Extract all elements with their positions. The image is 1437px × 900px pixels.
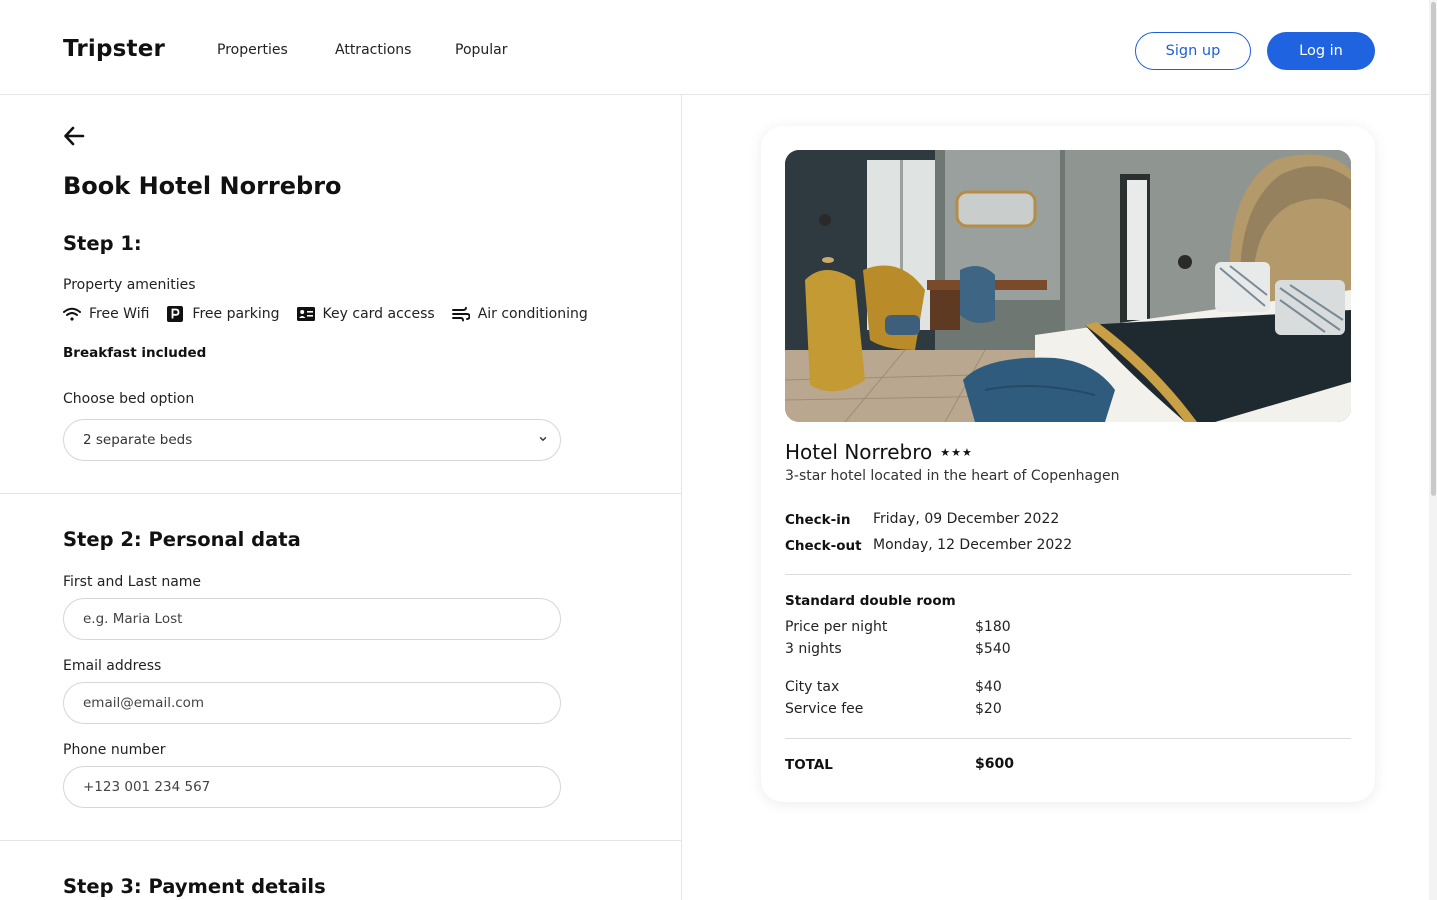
logo[interactable]: Tripster <box>63 36 165 62</box>
step2-heading: Step 2: Personal data <box>63 528 301 551</box>
nav-popular[interactable]: Popular <box>455 42 508 58</box>
amenity-key-card: Key card access <box>296 305 435 323</box>
top-header: Tripster Properties Attractions Popular … <box>0 0 1437 95</box>
amenity-label: Key card access <box>322 306 435 322</box>
room-type: Standard double room <box>785 593 956 609</box>
hotel-description: 3-star hotel located in the heart of Cop… <box>785 468 1120 484</box>
hotel-name: Hotel Norrebro ★★★ <box>785 440 973 464</box>
price-line-label: 3 nights <box>785 641 842 657</box>
email-label: Email address <box>63 658 162 674</box>
phone-label: Phone number <box>63 742 166 758</box>
amenities-list: Free Wifi Free parking Key card access A… <box>63 305 605 323</box>
nav-properties[interactable]: Properties <box>217 42 288 58</box>
checkin-value: Friday, 09 December 2022 <box>873 511 1060 527</box>
section-divider <box>0 840 681 841</box>
scrollbar-thumb[interactable] <box>1431 2 1436 496</box>
star-rating: ★★★ <box>940 445 973 459</box>
amenity-label: Air conditioning <box>477 306 588 322</box>
price-line-label: Price per night <box>785 619 888 635</box>
section-divider <box>0 493 681 494</box>
wifi-icon <box>63 305 81 323</box>
chevron-down-icon <box>539 437 547 441</box>
amenity-parking: Free parking <box>166 305 280 323</box>
back-arrow-icon[interactable] <box>63 125 85 147</box>
bed-option-value: 2 separate beds <box>83 432 193 448</box>
email-input[interactable] <box>63 682 561 724</box>
amenity-wifi: Free Wifi <box>63 305 149 323</box>
parking-icon <box>166 305 184 323</box>
summary-divider <box>785 574 1351 575</box>
page-title: Book Hotel Norrebro <box>63 172 342 200</box>
checkout-value: Monday, 12 December 2022 <box>873 537 1073 553</box>
price-line-value: $540 <box>975 641 1011 657</box>
checkout-label: Check-out <box>785 538 862 554</box>
phone-input[interactable] <box>63 766 561 808</box>
breakfast-note: Breakfast included <box>63 345 207 361</box>
amenity-label: Free Wifi <box>89 306 150 322</box>
price-line-label: City tax <box>785 679 840 695</box>
summary-divider <box>785 738 1351 739</box>
air-conditioning-icon <box>451 305 470 323</box>
price-line-value: $20 <box>975 701 1002 717</box>
nav-attractions[interactable]: Attractions <box>335 42 411 58</box>
price-line-value: $180 <box>975 619 1011 635</box>
name-input[interactable] <box>63 598 561 640</box>
booking-form-panel: Book Hotel Norrebro Step 1: Property ame… <box>0 95 682 900</box>
log-in-button[interactable]: Log in <box>1267 32 1375 70</box>
total-label: TOTAL <box>785 757 833 773</box>
price-line-value: $40 <box>975 679 1002 695</box>
name-label: First and Last name <box>63 574 202 590</box>
bed-option-select[interactable]: 2 separate beds <box>63 419 561 461</box>
hotel-room-photo <box>785 150 1351 422</box>
total-value: $600 <box>975 756 1014 772</box>
booking-summary-card: Hotel Norrebro ★★★ 3-star hotel located … <box>761 126 1375 802</box>
amenities-label: Property amenities <box>63 277 196 293</box>
checkin-label: Check-in <box>785 512 851 528</box>
hotel-name-text: Hotel Norrebro <box>785 440 933 464</box>
bed-option-label: Choose bed option <box>63 391 195 407</box>
amenity-label: Free parking <box>192 306 280 322</box>
step1-heading: Step 1: <box>63 232 142 255</box>
key-card-icon <box>296 305 315 323</box>
sign-up-button[interactable]: Sign up <box>1135 32 1251 70</box>
price-line-label: Service fee <box>785 701 864 717</box>
amenity-air-conditioning: Air conditioning <box>451 305 588 323</box>
step3-heading: Step 3: Payment details <box>63 875 326 898</box>
